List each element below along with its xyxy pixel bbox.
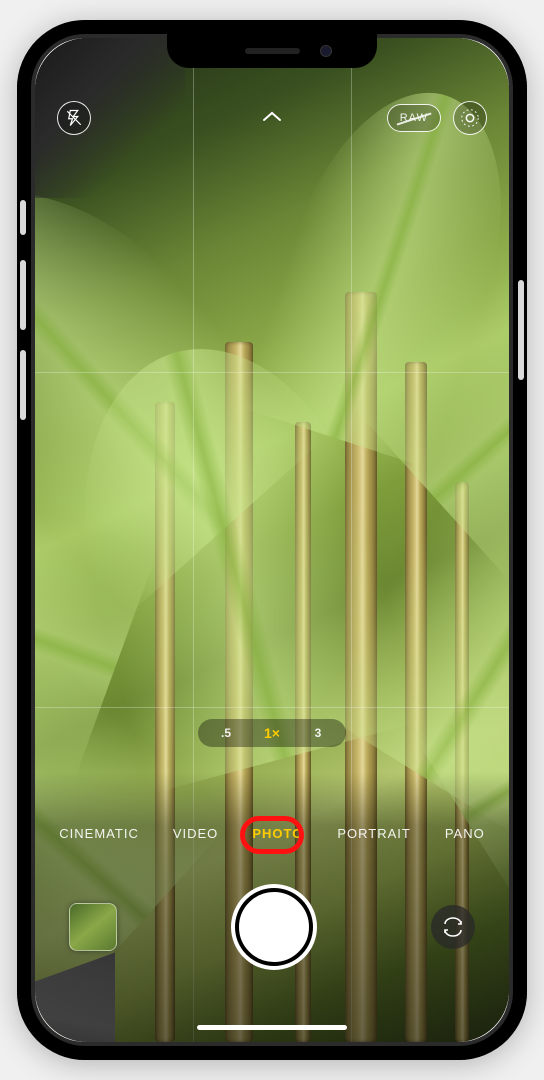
top-controls: RAW (35, 88, 509, 148)
last-photo-thumbnail[interactable] (69, 903, 117, 951)
home-indicator[interactable] (197, 1025, 347, 1030)
expand-controls-button[interactable] (261, 109, 283, 128)
grid-line (35, 372, 509, 373)
volume-up-button (20, 260, 26, 330)
mode-video[interactable]: VIDEO (169, 820, 222, 847)
flash-button[interactable] (57, 101, 91, 135)
phone-frame: RAW .5 1× 3 CINEMATIC VIDEO PHOTO PORTRA… (17, 20, 527, 1060)
shutter-button[interactable] (235, 888, 313, 966)
camera-app-screen: RAW .5 1× 3 CINEMATIC VIDEO PHOTO PORTRA… (35, 38, 509, 1042)
live-photo-button[interactable] (453, 101, 487, 135)
raw-label: RAW (400, 112, 428, 124)
flip-camera-button[interactable] (431, 905, 475, 949)
zoom-option-ultrawide[interactable]: .5 (214, 726, 238, 740)
volume-down-button (20, 350, 26, 420)
flip-camera-icon (441, 915, 465, 939)
front-camera (320, 45, 332, 57)
mode-portrait[interactable]: PORTRAIT (333, 820, 415, 847)
grid-line (35, 707, 509, 708)
flash-off-icon (65, 109, 83, 127)
speaker (245, 48, 300, 54)
notch (167, 34, 377, 68)
zoom-selector[interactable]: .5 1× 3 (198, 719, 346, 747)
power-button (518, 280, 524, 380)
mute-switch (20, 200, 26, 235)
zoom-option-tele[interactable]: 3 (306, 726, 330, 740)
chevron-up-icon (261, 109, 283, 123)
mode-pano[interactable]: PANO (441, 820, 489, 847)
bottom-controls (35, 882, 509, 972)
mode-cinematic[interactable]: CINEMATIC (55, 820, 143, 847)
raw-toggle[interactable]: RAW (387, 104, 441, 132)
zoom-option-wide[interactable]: 1× (260, 725, 284, 741)
live-photo-icon (459, 107, 481, 129)
annotation-highlight (240, 816, 304, 854)
